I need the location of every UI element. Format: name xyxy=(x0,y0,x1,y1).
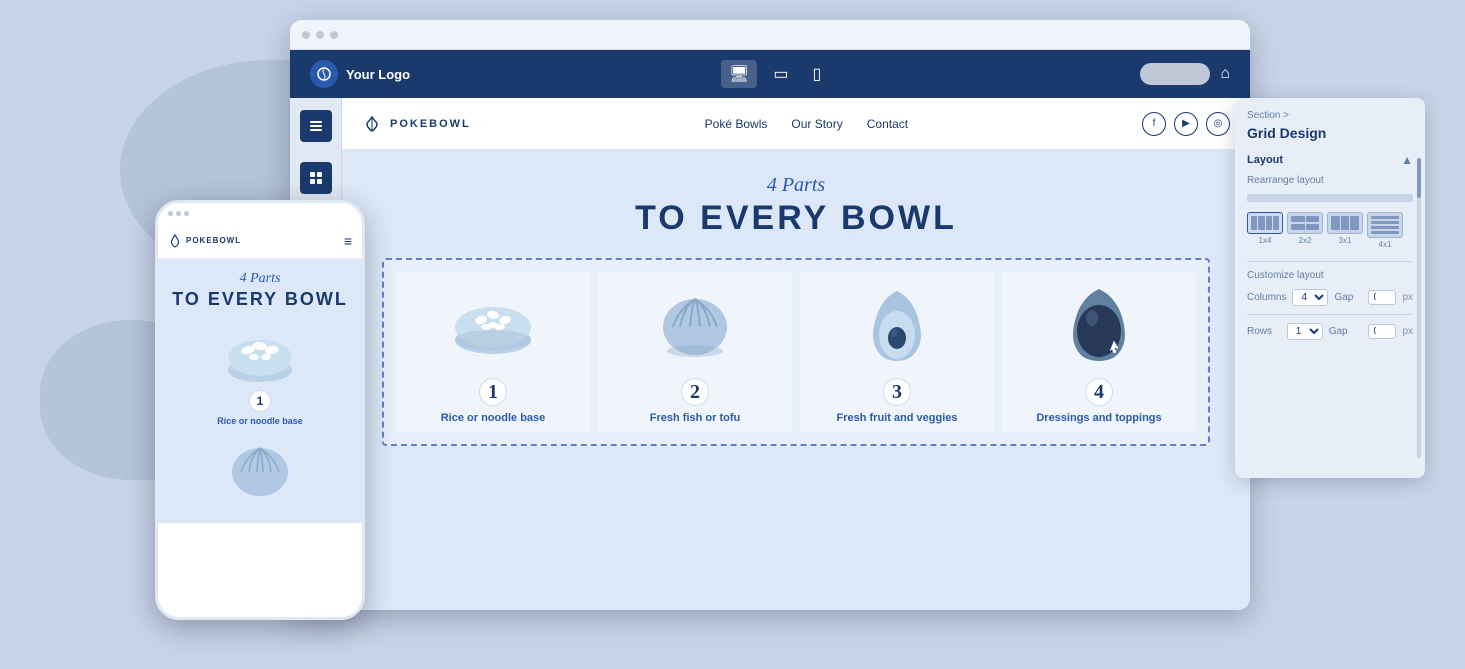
mobile-icon-btn[interactable]: ▯ xyxy=(804,60,829,88)
publish-button[interactable] xyxy=(1140,63,1210,85)
gap-input[interactable] xyxy=(1368,290,1396,305)
tablet-icon-btn[interactable]: ▭ xyxy=(765,60,796,88)
layout-option-3x1[interactable]: 3x1 xyxy=(1327,212,1363,249)
mobile-mockup: POKEBOWL ≡ 4 Parts TO EVERY BOWL 1 Rice … xyxy=(155,200,365,620)
site-hero: 4 Parts TO EVERY BOWL xyxy=(342,150,1250,250)
customize-label: Customize layout xyxy=(1247,270,1413,281)
right-panel: Section > Grid Design Layout ▲ Rearrange… xyxy=(1235,98,1425,478)
status-dot-2 xyxy=(176,211,181,216)
panel-scrollbar[interactable] xyxy=(1417,158,1421,458)
rice-bowl-image xyxy=(443,280,543,370)
grid-item-4-number: 4 xyxy=(1085,378,1113,406)
home-icon-btn[interactable]: ⌂ xyxy=(1220,65,1230,83)
mobile-status-bar xyxy=(158,203,362,223)
nav-link-our-story[interactable]: Our Story xyxy=(791,117,842,131)
site-toolbar: Your Logo 🖥 ▭ ▯ ⌂ xyxy=(290,50,1250,98)
grid-item-3-label: Fresh fruit and veggies xyxy=(836,412,957,424)
grid-item-1-number: 1 xyxy=(479,378,507,406)
mobile-hero-title: TO EVERY BOWL xyxy=(168,289,352,310)
rows-gap-label: Gap xyxy=(1329,326,1363,337)
fish-image xyxy=(645,280,745,370)
hero-subtitle: 4 Parts xyxy=(382,174,1210,197)
sidebar-layers-icon[interactable] xyxy=(300,110,332,142)
grid-item-4: 4 Dressings and toppings xyxy=(1002,272,1196,432)
mobile-grid-item-2 xyxy=(168,436,352,501)
grid-section: 1 Rice or noodle base xyxy=(382,258,1210,446)
layout-option-4x1[interactable]: 4x1 xyxy=(1367,212,1403,249)
panel-layout-strip xyxy=(1247,194,1413,202)
site-navbar-logo: POKEBOWL xyxy=(362,114,471,134)
mobile-item-1-label: Rice or noodle base xyxy=(217,416,303,426)
columns-row: Columns 4 1 2 3 Gap px xyxy=(1247,289,1413,306)
desktop-icon-btn[interactable]: 🖥 xyxy=(721,60,757,88)
nav-link-poke-bowls[interactable]: Poké Bowls xyxy=(705,117,768,131)
grid-item-2-number: 2 xyxy=(681,378,709,406)
toolbar-right: ⌂ xyxy=(1140,63,1230,85)
social-youtube-btn[interactable]: ▶ xyxy=(1174,112,1198,136)
browser-dot-3 xyxy=(330,31,338,39)
grid-item-4-label: Dressings and toppings xyxy=(1036,412,1161,424)
site-nav-social: f ▶ ◎ xyxy=(1142,112,1230,136)
site-nav-links: Poké Bowls Our Story Contact xyxy=(705,117,908,131)
social-facebook-btn[interactable]: f xyxy=(1142,112,1166,136)
sauce-image xyxy=(1049,280,1149,370)
gap-unit: px xyxy=(1402,292,1413,303)
panel-rearrange-label: Rearrange layout xyxy=(1247,175,1413,186)
gap-label: Gap xyxy=(1334,292,1362,303)
browser-dot-2 xyxy=(316,31,324,39)
nav-link-contact[interactable]: Contact xyxy=(867,117,908,131)
mobile-menu-icon[interactable]: ≡ xyxy=(344,233,352,249)
toolbar-logo-text: Your Logo xyxy=(346,67,410,82)
columns-label: Columns xyxy=(1247,292,1286,303)
rows-gap-unit: px xyxy=(1402,326,1413,337)
rows-select[interactable]: 1 2 3 4 xyxy=(1287,323,1323,340)
mobile-status-dots xyxy=(168,211,189,216)
grid-item-1-label: Rice or noodle base xyxy=(441,412,546,424)
grid-item-3-number: 3 xyxy=(883,378,911,406)
site-logo-text: POKEBOWL xyxy=(390,118,471,130)
panel-layout-section: Layout ▲ xyxy=(1247,153,1413,167)
grid-item-2-label: Fresh fish or tofu xyxy=(650,412,740,424)
panel-layout-options: 1x4 2x2 3x1 xyxy=(1247,212,1413,249)
site-main-area: POKEBOWL Poké Bowls Our Story Contact f … xyxy=(342,98,1250,610)
browser-chrome xyxy=(290,20,1250,50)
website-content: POKEBOWL Poké Bowls Our Story Contact f … xyxy=(290,98,1250,610)
panel-divider-2 xyxy=(1247,314,1413,315)
status-dot-1 xyxy=(168,211,173,216)
columns-select[interactable]: 4 1 2 3 xyxy=(1292,289,1328,306)
mobile-content: 4 Parts TO EVERY BOWL 1 Rice or noodle b… xyxy=(158,259,362,523)
rows-label: Rows xyxy=(1247,326,1281,337)
layout-option-1x4[interactable]: 1x4 xyxy=(1247,212,1283,249)
panel-title: Grid Design xyxy=(1247,125,1413,141)
device-icons: 🖥 ▭ ▯ xyxy=(721,60,829,88)
panel-layout-label: Layout xyxy=(1247,154,1283,166)
site-navbar: POKEBOWL Poké Bowls Our Story Contact f … xyxy=(342,98,1250,150)
status-dot-3 xyxy=(184,211,189,216)
browser-dot-1 xyxy=(302,31,310,39)
mobile-logo: POKEBOWL xyxy=(168,234,241,248)
mobile-grid-item-1: 1 Rice or noodle base xyxy=(168,322,352,426)
panel-scroll-thumb xyxy=(1417,158,1421,198)
panel-collapse-icon[interactable]: ▲ xyxy=(1401,153,1413,167)
rows-row: Rows 1 2 3 4 Gap px xyxy=(1247,323,1413,340)
hero-title: TO EVERY BOWL xyxy=(382,199,1210,238)
avocado-image xyxy=(847,280,947,370)
toolbar-logo: Your Logo xyxy=(310,60,410,88)
mobile-hero-subtitle: 4 Parts xyxy=(168,271,352,287)
sidebar-elements-icon[interactable] xyxy=(300,162,332,194)
panel-divider-1 xyxy=(1247,261,1413,262)
social-instagram-btn[interactable]: ◎ xyxy=(1206,112,1230,136)
panel-breadcrumb: Section > xyxy=(1247,110,1413,121)
logo-circle-icon xyxy=(310,60,338,88)
mobile-logo-text: POKEBOWL xyxy=(186,236,241,245)
rows-gap-input[interactable] xyxy=(1368,324,1396,339)
layout-option-2x2[interactable]: 2x2 xyxy=(1287,212,1323,249)
grid-item-2: 2 Fresh fish or tofu xyxy=(598,272,792,432)
mobile-item-1-number: 1 xyxy=(249,390,271,412)
grid-items-container: 1 Rice or noodle base xyxy=(396,272,1196,432)
grid-item-3: 3 Fresh fruit and veggies xyxy=(800,272,994,432)
desktop-browser-window: Your Logo 🖥 ▭ ▯ ⌂ xyxy=(290,20,1250,610)
mobile-navbar: POKEBOWL ≡ xyxy=(158,223,362,259)
grid-item-1: 1 Rice or noodle base xyxy=(396,272,590,432)
